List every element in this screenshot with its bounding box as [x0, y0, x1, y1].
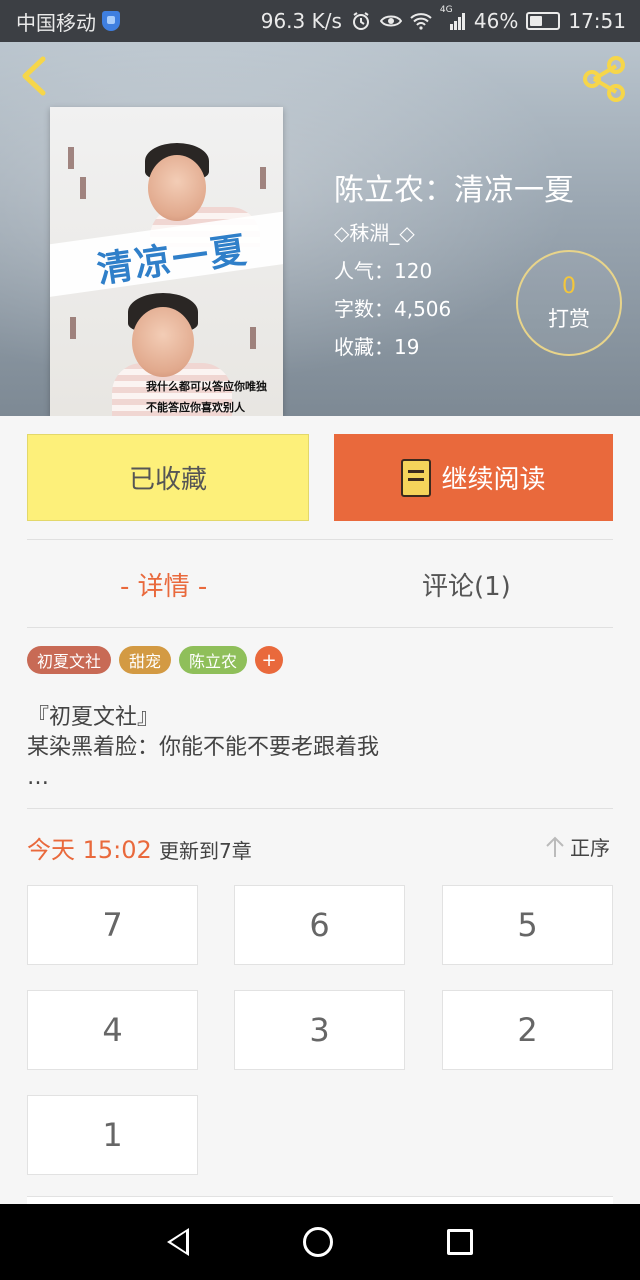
popularity-label: 人气： — [334, 259, 394, 283]
add-tag-button[interactable]: + — [255, 646, 284, 674]
book-author[interactable]: ◇秣淵_◇ — [334, 217, 415, 246]
intro-line: 某染黑着脸：你能不能不要老跟着我 — [27, 735, 380, 760]
nav-back-icon[interactable] — [167, 1228, 189, 1256]
reward-button[interactable]: 0 打赏 — [516, 250, 622, 356]
security-shield-icon — [102, 11, 120, 31]
cover-title: 清凉一夏 — [94, 229, 251, 292]
chapter-button[interactable]: 5 — [442, 885, 613, 965]
update-status: 更新到7章 — [159, 839, 252, 863]
share-button[interactable] — [580, 54, 630, 104]
word-count-stat: 字数：4,506 — [334, 293, 451, 322]
book-title: 陈立农：清凉一夏 — [334, 173, 574, 208]
favorites-label: 收藏： — [334, 335, 394, 359]
sort-arrow-icon — [546, 836, 564, 857]
chapter-button[interactable]: 2 — [442, 990, 613, 1070]
cover-decoration — [68, 147, 74, 169]
book-header: 清凉一夏 我什么都可以答应你唯独 不能答应你喜欢别人 陈立农：清凉一夏 ◇秣淵_… — [0, 42, 640, 416]
divider — [27, 808, 613, 809]
cover-caption-line2: 不能答应你喜欢别人 — [146, 401, 245, 414]
book-icon — [401, 458, 432, 497]
battery-percent: 46% — [473, 9, 519, 33]
network-speed: 96.3 K/s — [260, 9, 342, 33]
sort-order-button[interactable]: 正序 — [544, 832, 610, 861]
sort-label: 正序 — [570, 836, 610, 860]
word-count-label: 字数： — [334, 297, 394, 321]
battery-icon — [526, 12, 561, 30]
word-count-value: 4,506 — [394, 297, 452, 321]
tag-chen-linong[interactable]: 陈立农 — [179, 646, 248, 674]
chapter-button[interactable]: 3 — [234, 990, 405, 1070]
cover-caption-line1: 我什么都可以答应你唯独 — [146, 380, 267, 393]
status-bar: 中国移动 96.3 K/s 4G 46% 17:51 — [0, 0, 640, 42]
tag-list: 初夏文社 甜宠 陈立农 + — [27, 646, 284, 674]
divider — [27, 627, 613, 628]
cover-decoration — [250, 327, 256, 349]
wifi-icon — [410, 11, 432, 31]
divider — [27, 539, 613, 540]
cover-figure — [132, 307, 194, 377]
tab-comments[interactable]: 评论(1) — [422, 566, 511, 603]
book-intro[interactable]: 『初夏文社』 某染黑着脸：你能不能不要老跟着我 … — [27, 703, 613, 793]
nav-recent-apps-icon[interactable] — [447, 1229, 473, 1255]
continue-reading-label: 继续阅读 — [441, 465, 546, 495]
eye-comfort-icon — [379, 11, 402, 31]
nav-home-icon[interactable] — [303, 1227, 333, 1257]
share-icon — [583, 56, 625, 102]
cover-decoration — [80, 177, 86, 199]
chapter-button[interactable]: 4 — [27, 990, 198, 1070]
intro-line: 『初夏文社』 — [27, 705, 160, 730]
chapter-button[interactable]: 7 — [27, 885, 198, 965]
back-button[interactable] — [14, 54, 54, 98]
favorited-button[interactable]: 已收藏 — [27, 434, 309, 521]
clock: 17:51 — [568, 9, 626, 33]
network-type: 4G — [439, 5, 453, 15]
chapter-button[interactable]: 1 — [27, 1095, 198, 1175]
system-nav-bar — [0, 1204, 640, 1280]
tag-chuxia-wenshe[interactable]: 初夏文社 — [27, 646, 112, 674]
intro-ellipsis: … — [27, 765, 49, 790]
cover-decoration — [260, 167, 266, 189]
continue-reading-button[interactable]: 继续阅读 — [334, 434, 613, 521]
book-cover[interactable]: 清凉一夏 我什么都可以答应你唯独 不能答应你喜欢别人 — [50, 107, 283, 416]
carrier-name: 中国移动 — [16, 10, 96, 35]
popularity-value: 120 — [394, 259, 433, 283]
reward-label: 打赏 — [548, 306, 590, 331]
favorites-value: 19 — [394, 335, 420, 359]
cover-decoration — [70, 317, 76, 339]
chapter-button[interactable]: 6 — [234, 885, 405, 965]
back-arrow-icon — [22, 56, 46, 96]
alarm-icon — [350, 11, 372, 31]
battery-fill — [530, 16, 543, 26]
popularity-stat: 人气：120 — [334, 255, 432, 284]
update-time: 今天 15:02 — [27, 836, 152, 864]
signal-icon: 4G — [440, 5, 466, 31]
tab-details[interactable]: - 详情 - — [120, 566, 207, 603]
tag-tianchong[interactable]: 甜宠 — [119, 646, 172, 674]
reward-count: 0 — [562, 273, 576, 299]
favorites-stat: 收藏：19 — [334, 331, 419, 360]
cover-figure — [148, 155, 206, 221]
